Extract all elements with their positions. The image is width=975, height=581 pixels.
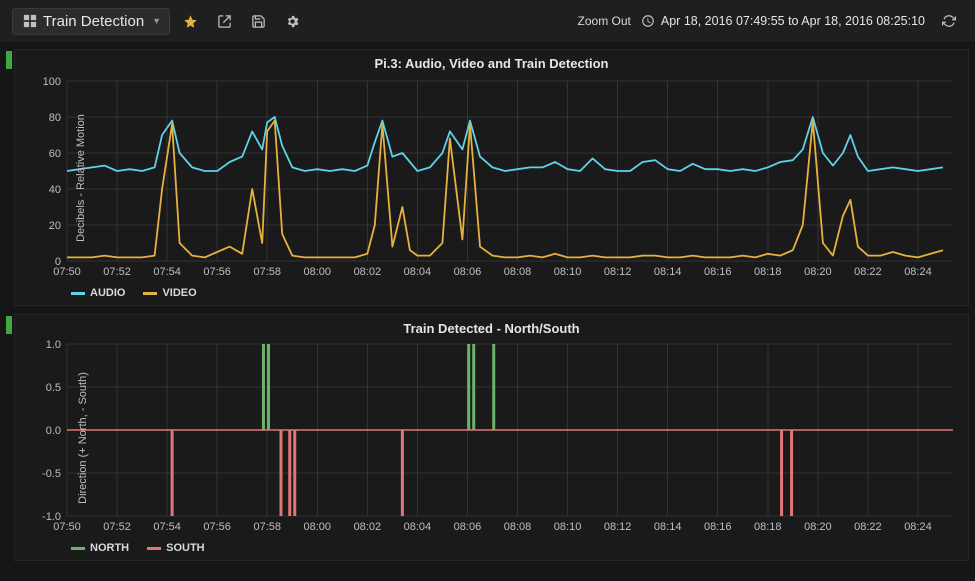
dashboard-name: Train Detection	[43, 13, 144, 30]
svg-text:08:04: 08:04	[404, 266, 432, 278]
svg-text:80: 80	[49, 112, 61, 124]
legend-item-south[interactable]: SOUTH	[147, 542, 205, 554]
save-button[interactable]	[244, 7, 272, 35]
svg-text:07:50: 07:50	[53, 266, 81, 278]
svg-text:08:16: 08:16	[704, 266, 732, 278]
time-range-picker[interactable]: Apr 18, 2016 07:49:55 to Apr 18, 2016 08…	[641, 14, 925, 28]
svg-text:08:24: 08:24	[904, 266, 932, 278]
svg-text:07:54: 07:54	[153, 266, 181, 278]
top-toolbar-right: Zoom Out Apr 18, 2016 07:49:55 to Apr 18…	[578, 7, 963, 35]
row-handle[interactable]	[6, 51, 12, 69]
svg-text:08:12: 08:12	[604, 266, 632, 278]
settings-button[interactable]	[278, 7, 306, 35]
legend-swatch-audio	[71, 292, 85, 295]
top-toolbar-left: Train Detection ▾	[12, 7, 306, 35]
y-axis-label: Direction (+ North, - South)	[77, 372, 89, 504]
panel-north-south[interactable]: Train Detected - North/South Direction (…	[14, 314, 969, 561]
top-toolbar: Train Detection ▾ Zoom Out Apr 18, 2016 …	[0, 0, 975, 43]
chart-1-wrap: Decibels - Relative Motion 0204060801000…	[15, 73, 968, 283]
svg-text:100: 100	[43, 76, 61, 88]
svg-text:07:52: 07:52	[103, 266, 131, 278]
legend-2: NORTH SOUTH	[15, 538, 968, 560]
svg-text:08:00: 08:00	[304, 521, 332, 533]
svg-text:08:04: 08:04	[404, 521, 432, 533]
svg-text:08:24: 08:24	[904, 521, 932, 533]
svg-text:08:16: 08:16	[704, 521, 732, 533]
panel-audio-video[interactable]: Pi.3: Audio, Video and Train Detection D…	[14, 49, 969, 306]
dashboard-picker[interactable]: Train Detection ▾	[12, 8, 170, 35]
zoom-out-button[interactable]: Zoom Out	[578, 14, 631, 28]
svg-text:08:06: 08:06	[454, 521, 482, 533]
chevron-down-icon: ▾	[154, 16, 159, 27]
svg-text:08:18: 08:18	[754, 521, 782, 533]
share-button[interactable]	[210, 7, 238, 35]
dashboard-panels: Pi.3: Audio, Video and Train Detection D…	[0, 43, 975, 581]
svg-text:07:54: 07:54	[153, 521, 181, 533]
svg-text:20: 20	[49, 220, 61, 232]
legend-swatch-north	[71, 547, 85, 550]
legend-item-north[interactable]: NORTH	[71, 542, 129, 554]
svg-text:0.0: 0.0	[46, 425, 61, 437]
svg-text:40: 40	[49, 184, 61, 196]
svg-text:08:20: 08:20	[804, 266, 832, 278]
svg-text:60: 60	[49, 148, 61, 160]
svg-text:07:56: 07:56	[203, 521, 231, 533]
svg-text:1.0: 1.0	[46, 339, 61, 351]
svg-text:08:22: 08:22	[854, 521, 882, 533]
svg-text:08:08: 08:08	[504, 266, 532, 278]
chart-2-wrap: Direction (+ North, - South) -1.0-0.50.0…	[15, 338, 968, 538]
svg-text:08:12: 08:12	[604, 521, 632, 533]
svg-text:0.5: 0.5	[46, 382, 61, 394]
svg-text:08:14: 08:14	[654, 521, 682, 533]
svg-text:08:08: 08:08	[504, 521, 532, 533]
svg-text:07:58: 07:58	[253, 266, 281, 278]
legend-swatch-video	[143, 292, 157, 295]
svg-text:07:50: 07:50	[53, 521, 81, 533]
panel-row-1: Pi.3: Audio, Video and Train Detection D…	[6, 49, 969, 306]
svg-text:08:14: 08:14	[654, 266, 682, 278]
svg-text:07:58: 07:58	[253, 521, 281, 533]
svg-text:08:22: 08:22	[854, 266, 882, 278]
row-handle[interactable]	[6, 316, 12, 334]
legend-item-video[interactable]: VIDEO	[143, 287, 196, 299]
legend-swatch-south	[147, 547, 161, 550]
svg-text:08:00: 08:00	[304, 266, 332, 278]
svg-text:-0.5: -0.5	[42, 468, 61, 480]
chart-audio-video[interactable]: 02040608010007:5007:5207:5407:5607:5808:…	[15, 73, 963, 283]
svg-text:08:18: 08:18	[754, 266, 782, 278]
panel-title: Train Detected - North/South	[15, 315, 968, 338]
svg-text:08:02: 08:02	[354, 266, 382, 278]
dashboard-grid-icon	[23, 14, 37, 28]
svg-text:07:52: 07:52	[103, 521, 131, 533]
legend-item-audio[interactable]: AUDIO	[71, 287, 125, 299]
chart-north-south[interactable]: -1.0-0.50.00.51.007:5007:5207:5407:5607:…	[15, 338, 963, 538]
refresh-button[interactable]	[935, 7, 963, 35]
panel-title: Pi.3: Audio, Video and Train Detection	[15, 50, 968, 73]
y-axis-label: Decibels - Relative Motion	[75, 114, 87, 242]
legend-1: AUDIO VIDEO	[15, 283, 968, 305]
star-button[interactable]	[176, 7, 204, 35]
svg-text:08:10: 08:10	[554, 266, 582, 278]
svg-text:08:06: 08:06	[454, 266, 482, 278]
svg-text:07:56: 07:56	[203, 266, 231, 278]
svg-text:08:02: 08:02	[354, 521, 382, 533]
time-range-label: Apr 18, 2016 07:49:55 to Apr 18, 2016 08…	[661, 14, 925, 28]
svg-text:08:10: 08:10	[554, 521, 582, 533]
clock-icon	[641, 14, 655, 28]
panel-row-2: Train Detected - North/South Direction (…	[6, 314, 969, 561]
svg-text:08:20: 08:20	[804, 521, 832, 533]
